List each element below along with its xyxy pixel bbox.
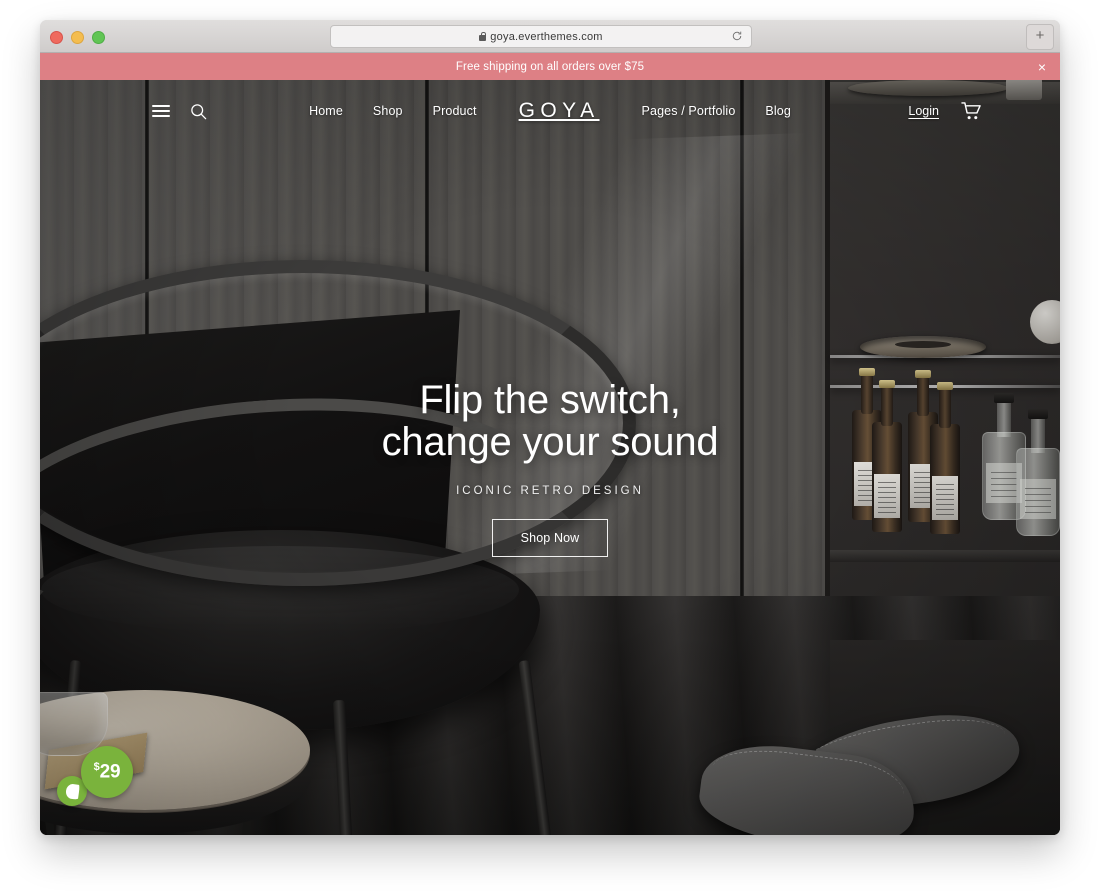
new-tab-button[interactable]: + — [1026, 24, 1054, 50]
nav-link-product[interactable]: Product — [433, 104, 477, 118]
url-text: goya.everthemes.com — [490, 30, 603, 43]
white-orb — [1030, 300, 1060, 344]
chair-leg — [518, 660, 553, 835]
shop-now-button[interactable]: Shop Now — [491, 519, 609, 558]
window-controls — [50, 31, 105, 44]
screenshot-root: goya.everthemes.com + Free shipping on a… — [0, 0, 1100, 891]
nav-link-blog[interactable]: Blog — [765, 104, 791, 118]
login-link[interactable]: Login — [908, 104, 939, 118]
announcement-text: Free shipping on all orders over $75 — [455, 60, 645, 73]
reload-icon[interactable] — [731, 30, 743, 42]
maximize-window-button[interactable] — [92, 31, 105, 44]
hero-section: Home Shop Product GOYA Pages / Portfolio… — [40, 80, 1060, 835]
price-badge[interactable]: $29 — [57, 746, 133, 808]
search-icon[interactable] — [190, 103, 207, 120]
nav-left-group — [152, 103, 207, 120]
shopping-cart-icon[interactable] — [961, 101, 982, 121]
site-logo[interactable]: GOYA — [519, 99, 600, 123]
nav-link-home[interactable]: Home — [309, 104, 343, 118]
minimize-window-button[interactable] — [71, 31, 84, 44]
price-amount: 29 — [99, 761, 121, 783]
announcement-bar: Free shipping on all orders over $75 × — [40, 53, 1060, 80]
browser-window: goya.everthemes.com + Free shipping on a… — [40, 20, 1060, 835]
browser-titlebar: goya.everthemes.com + — [40, 20, 1060, 53]
price-value: $29 — [94, 761, 121, 783]
price-bubble: $29 — [81, 746, 133, 798]
address-bar-content: goya.everthemes.com — [479, 31, 602, 43]
address-bar[interactable]: goya.everthemes.com — [330, 25, 752, 48]
close-window-button[interactable] — [50, 31, 63, 44]
lock-icon — [479, 32, 487, 41]
close-icon[interactable]: × — [1038, 53, 1046, 80]
nav-right-group: Login — [908, 101, 982, 121]
felt-slippers — [680, 704, 1030, 835]
hero-content: Flip the switch, change your sound ICONI… — [40, 378, 1060, 558]
hero-title-line-1: Flip the switch, — [419, 378, 681, 422]
site-navigation: Home Shop Product GOYA Pages / Portfolio… — [40, 80, 1060, 142]
hamburger-icon[interactable] — [152, 105, 170, 117]
nav-link-shop[interactable]: Shop — [373, 104, 403, 118]
stone-bowl — [860, 336, 986, 358]
nav-center-group: Home Shop Product GOYA Pages / Portfolio… — [309, 99, 791, 123]
nav-link-pages-portfolio[interactable]: Pages / Portfolio — [642, 104, 736, 118]
page-title: Flip the switch, change your sound — [40, 378, 1060, 464]
hero-subtitle: ICONIC RETRO DESIGN — [456, 485, 644, 498]
hero-title-line-2: change your sound — [381, 419, 719, 464]
